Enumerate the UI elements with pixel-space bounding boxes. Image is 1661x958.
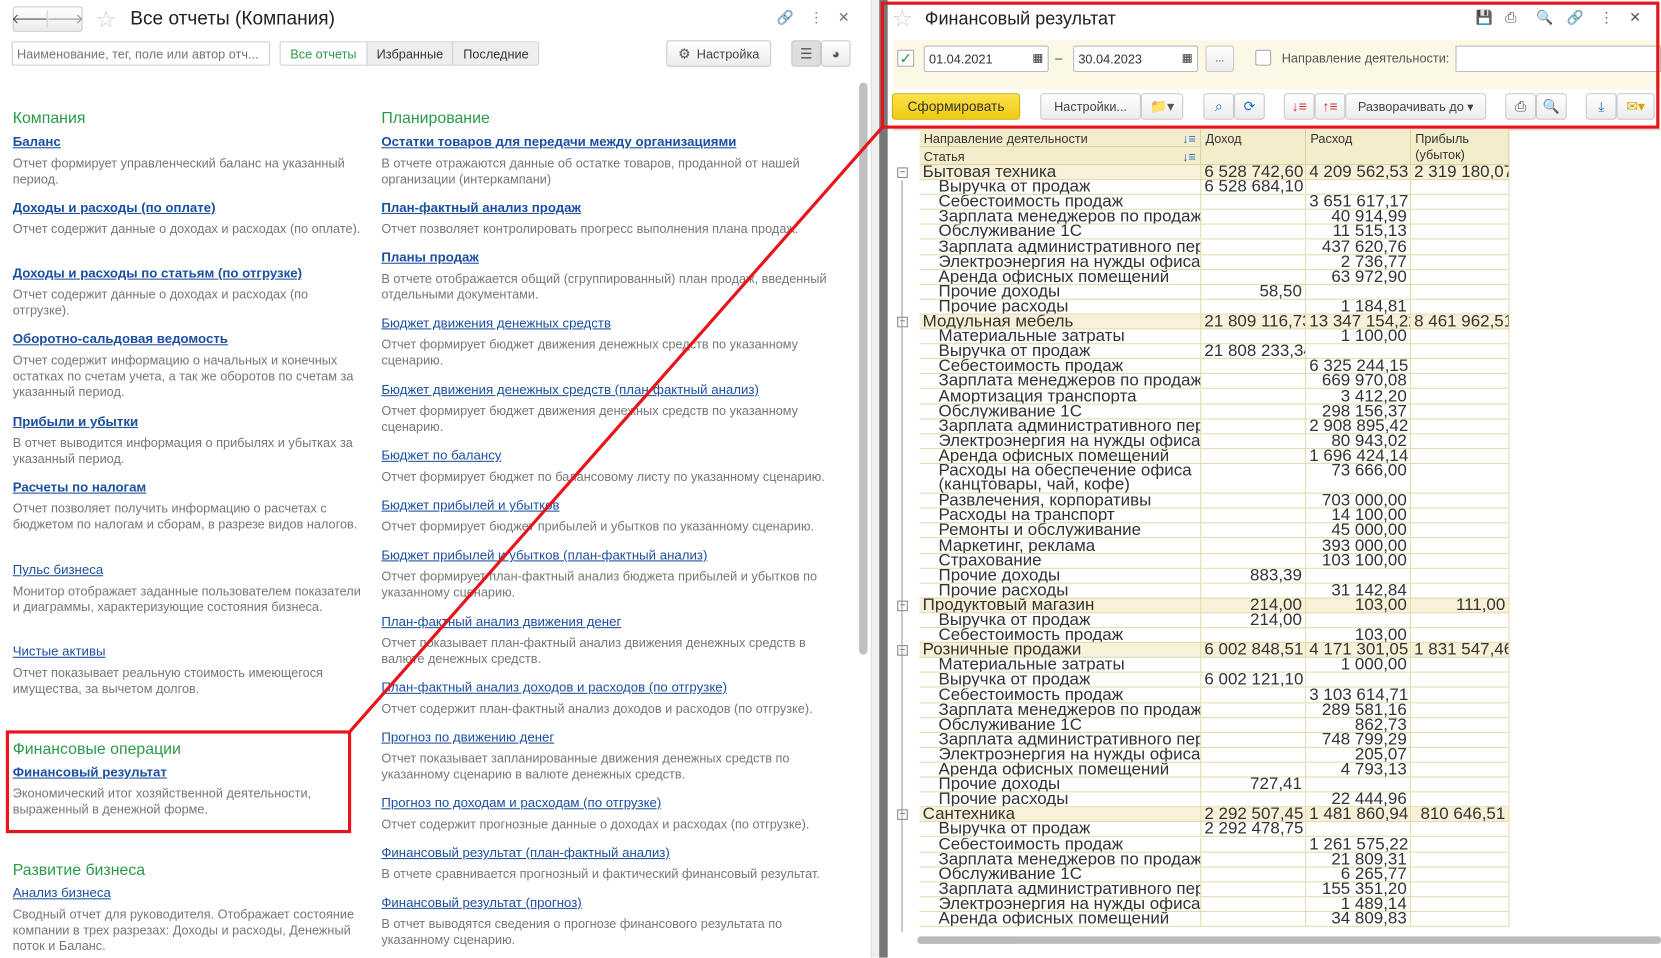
annotation-box-link — [5, 730, 352, 834]
annotation-box-report — [880, 1, 1660, 129]
annotation-overlay — [5, 1, 1660, 834]
annotation-arrow-line — [348, 126, 884, 734]
